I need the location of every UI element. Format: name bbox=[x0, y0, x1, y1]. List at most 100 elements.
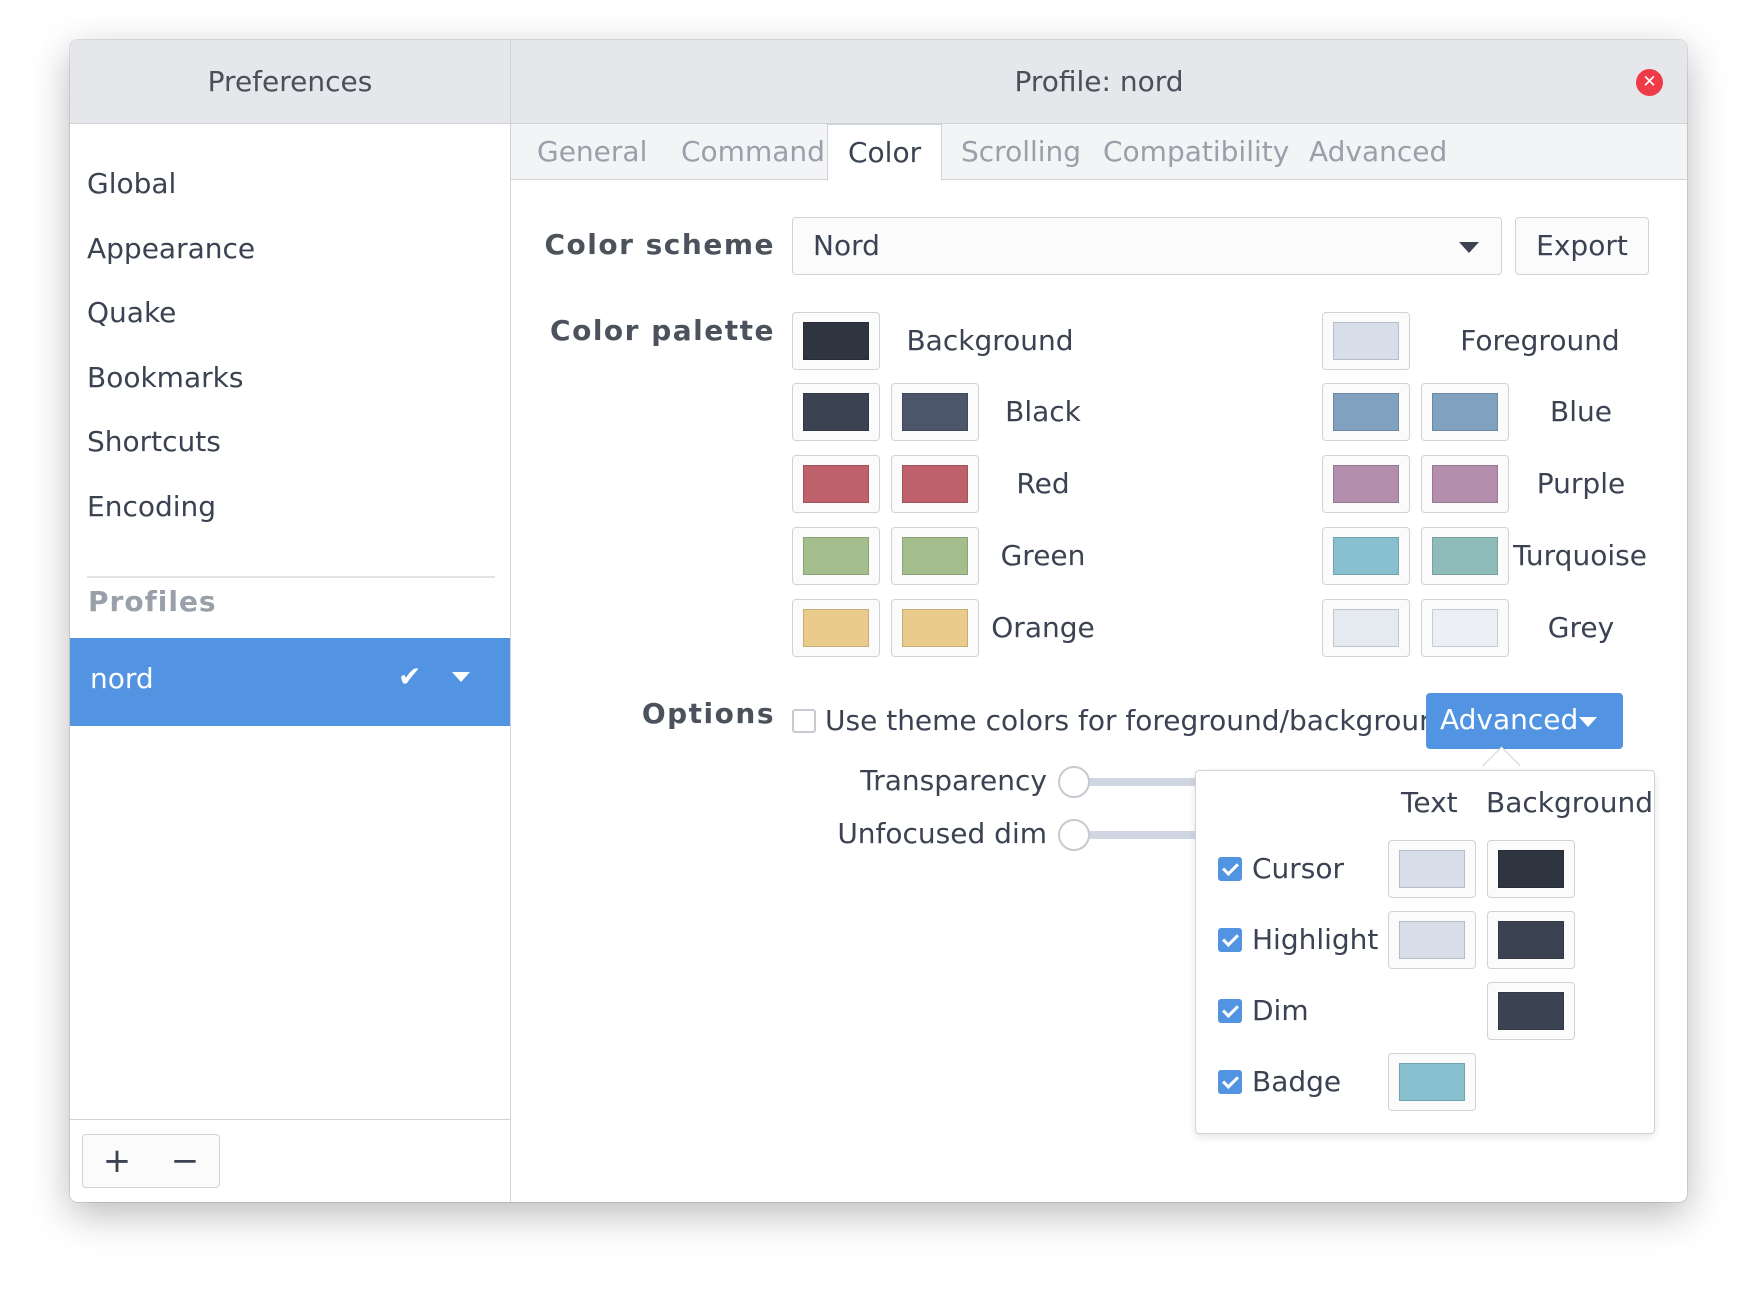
profile-item-nord[interactable]: nord ✔ bbox=[70, 638, 510, 726]
chevron-down-icon bbox=[1579, 717, 1597, 727]
turquoise-bright-fill bbox=[1432, 537, 1498, 575]
advanced-button[interactable]: Advanced bbox=[1426, 693, 1623, 749]
turquoise-label: Turquoise bbox=[1513, 539, 1647, 572]
tab-general[interactable]: General bbox=[537, 124, 647, 180]
black-normal-swatch[interactable] bbox=[792, 383, 880, 441]
sidebar-divider bbox=[87, 576, 495, 578]
badge-checkbox[interactable] bbox=[1218, 1070, 1242, 1094]
black-bright-fill bbox=[902, 393, 968, 431]
orange-normal-fill bbox=[803, 609, 869, 647]
highlight-checkbox[interactable] bbox=[1218, 928, 1242, 952]
orange-label: Orange bbox=[991, 611, 1095, 644]
advanced-button-label: Advanced bbox=[1440, 703, 1579, 736]
blue-label: Blue bbox=[1550, 395, 1612, 428]
purple-bright-swatch[interactable] bbox=[1421, 455, 1509, 513]
checkmark-icon: ✔ bbox=[398, 660, 422, 693]
theme-colors-checkbox[interactable] bbox=[792, 709, 816, 733]
badge-text-swatch[interactable] bbox=[1388, 1053, 1476, 1111]
red-normal-swatch[interactable] bbox=[792, 455, 880, 513]
export-button[interactable]: Export bbox=[1515, 217, 1649, 275]
foreground-label: Foreground bbox=[1460, 324, 1620, 357]
grey-normal-fill bbox=[1333, 609, 1399, 647]
sidebar-item-encoding[interactable]: Encoding bbox=[87, 487, 216, 527]
dim-label: Dim bbox=[1252, 994, 1309, 1027]
turquoise-bright-swatch[interactable] bbox=[1421, 527, 1509, 585]
color-scheme-value: Nord bbox=[813, 229, 880, 262]
red-bright-swatch[interactable] bbox=[891, 455, 979, 513]
orange-bright-fill bbox=[902, 609, 968, 647]
tab-color[interactable]: Color bbox=[827, 124, 943, 181]
sidebar-item-global[interactable]: Global bbox=[87, 164, 176, 204]
cursor-text-swatch[interactable] bbox=[1388, 840, 1476, 898]
black-label: Black bbox=[1005, 395, 1081, 428]
background-swatch[interactable] bbox=[792, 312, 880, 370]
color-palette-label: Color palette bbox=[550, 314, 775, 347]
close-icon[interactable]: ✕ bbox=[1636, 69, 1663, 96]
grey-label: Grey bbox=[1547, 611, 1615, 644]
tab-compatibility[interactable]: Compatibility bbox=[1103, 124, 1289, 180]
highlight-text-swatch[interactable] bbox=[1388, 911, 1476, 969]
blue-normal-swatch[interactable] bbox=[1322, 383, 1410, 441]
unfocused-dim-label: Unfocused dim bbox=[837, 817, 1047, 850]
red-label: Red bbox=[1016, 467, 1070, 500]
color-scheme-label: Color scheme bbox=[544, 228, 775, 261]
dim-checkbox[interactable] bbox=[1218, 999, 1242, 1023]
options-label: Options bbox=[641, 697, 775, 730]
orange-normal-swatch[interactable] bbox=[792, 599, 880, 657]
orange-bright-swatch[interactable] bbox=[891, 599, 979, 657]
sidebar-header: Preferences bbox=[70, 40, 511, 124]
sidebar-footer: + − bbox=[70, 1119, 510, 1202]
cursor-text-fill bbox=[1399, 850, 1465, 888]
background-column-header: Background bbox=[1486, 786, 1654, 819]
text-column-header: Text bbox=[1401, 786, 1458, 819]
turquoise-normal-swatch[interactable] bbox=[1322, 527, 1410, 585]
blue-normal-fill bbox=[1333, 393, 1399, 431]
background-label: Background bbox=[906, 324, 1074, 357]
sidebar-item-bookmarks[interactable]: Bookmarks bbox=[87, 358, 243, 398]
green-bright-fill bbox=[902, 537, 968, 575]
cursor-bg-swatch[interactable] bbox=[1487, 840, 1575, 898]
sidebar: Global Appearance Quake Bookmarks Shortc… bbox=[70, 124, 511, 1202]
highlight-bg-swatch[interactable] bbox=[1487, 911, 1575, 969]
foreground-swatch-fill bbox=[1333, 322, 1399, 360]
cursor-bg-fill bbox=[1498, 850, 1564, 888]
grey-normal-swatch[interactable] bbox=[1322, 599, 1410, 657]
green-bright-swatch[interactable] bbox=[891, 527, 979, 585]
tab-scrolling[interactable]: Scrolling bbox=[961, 124, 1081, 180]
sidebar-item-shortcuts[interactable]: Shortcuts bbox=[87, 422, 221, 462]
blue-bright-fill bbox=[1432, 393, 1498, 431]
chevron-down-icon[interactable] bbox=[452, 672, 470, 682]
window-title-profile: Profile: nord bbox=[1014, 65, 1184, 98]
chevron-down-icon bbox=[1459, 242, 1479, 253]
badge-label: Badge bbox=[1252, 1065, 1342, 1098]
black-bright-swatch[interactable] bbox=[891, 383, 979, 441]
theme-colors-label[interactable]: Use theme colors for foreground/backgrou… bbox=[825, 701, 1455, 741]
add-profile-button[interactable]: + bbox=[103, 1141, 132, 1181]
highlight-label: Highlight bbox=[1252, 923, 1379, 956]
black-normal-fill bbox=[803, 393, 869, 431]
green-normal-swatch[interactable] bbox=[792, 527, 880, 585]
unfocused-dim-slider-handle[interactable] bbox=[1058, 819, 1090, 851]
preferences-window: Preferences Profile: nord ✕ Global Appea… bbox=[70, 40, 1687, 1202]
transparency-label: Transparency bbox=[860, 764, 1047, 797]
tab-bar: General Command Color Scrolling Compatib… bbox=[511, 124, 1687, 181]
color-scheme-select[interactable]: Nord bbox=[792, 217, 1502, 275]
green-label: Green bbox=[1000, 539, 1086, 572]
tab-command[interactable]: Command bbox=[681, 124, 825, 180]
foreground-swatch[interactable] bbox=[1322, 312, 1410, 370]
blue-bright-swatch[interactable] bbox=[1421, 383, 1509, 441]
remove-profile-button[interactable]: − bbox=[171, 1141, 200, 1181]
badge-text-fill bbox=[1399, 1063, 1465, 1101]
cursor-checkbox[interactable] bbox=[1218, 857, 1242, 881]
tab-advanced[interactable]: Advanced bbox=[1309, 124, 1447, 180]
grey-bright-fill bbox=[1432, 609, 1498, 647]
profile-name: nord bbox=[90, 662, 154, 695]
transparency-slider-handle[interactable] bbox=[1058, 766, 1090, 798]
window-title-preferences: Preferences bbox=[207, 65, 373, 98]
sidebar-item-appearance[interactable]: Appearance bbox=[87, 229, 255, 269]
background-swatch-fill bbox=[803, 322, 869, 360]
dim-bg-swatch[interactable] bbox=[1487, 982, 1575, 1040]
grey-bright-swatch[interactable] bbox=[1421, 599, 1509, 657]
purple-normal-swatch[interactable] bbox=[1322, 455, 1410, 513]
sidebar-item-quake[interactable]: Quake bbox=[87, 293, 176, 333]
